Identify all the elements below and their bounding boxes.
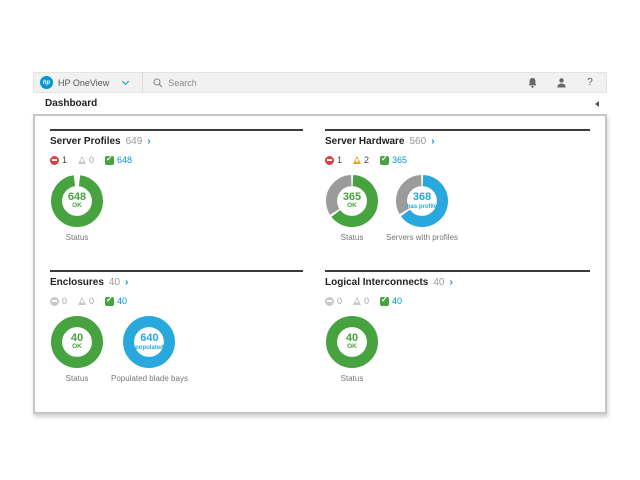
hp-logo-icon: hp (40, 76, 53, 89)
panel-enclosures: Enclosures 40 › 0 0 40 40 OK (50, 270, 303, 383)
panel-enclosures-link[interactable]: Enclosures 40 › (50, 277, 303, 288)
donut-sublabel: OK (347, 203, 357, 210)
panel-arrow-icon: › (431, 136, 434, 147)
panel-count: 40 (433, 277, 444, 288)
panel-title: Logical Interconnects (325, 277, 428, 288)
panel-logical-interconnects-link[interactable]: Logical Interconnects 40 › (325, 277, 590, 288)
critical-count: 0 (62, 296, 67, 306)
oneview-app: hp HP OneView ? (33, 72, 607, 414)
panel-count: 560 (410, 136, 427, 147)
donut-sublabel: populated (135, 345, 164, 351)
donut-label: Status (341, 374, 364, 383)
brand-label: HP OneView (58, 78, 109, 88)
panel-server-profiles-link[interactable]: Server Profiles 649 › (50, 136, 303, 147)
panel-server-hardware: Server Hardware 560 › 1 2 365 365 (325, 129, 590, 270)
donut-row: 365 OK Status 368 has profile (325, 174, 590, 242)
critical-status-icon (325, 297, 334, 306)
ok-count[interactable]: 40 (117, 296, 127, 306)
warning-status-icon (353, 156, 361, 164)
profiles-donut-chart[interactable]: 368 has profile Servers with profiles (386, 174, 458, 242)
top-bar: hp HP OneView ? (33, 72, 607, 93)
donut-row: 648 OK Status (50, 174, 303, 242)
critical-status-icon (50, 156, 59, 165)
ok-count[interactable]: 40 (392, 296, 402, 306)
page-header: Dashboard (33, 93, 607, 114)
donut-sublabel: OK (72, 203, 82, 210)
donut-sublabel: OK (72, 344, 82, 351)
warning-status-icon (78, 156, 86, 164)
page-title: Dashboard (45, 98, 97, 109)
donut-value: 640 (140, 333, 158, 345)
donut-label: Populated blade bays (111, 374, 188, 383)
panel-server-profiles: Server Profiles 649 › 1 0 648 648 (50, 129, 303, 270)
status-count-row: 1 0 648 (50, 155, 303, 165)
panel-title: Enclosures (50, 277, 104, 288)
panel-count: 40 (109, 277, 120, 288)
panel-arrow-icon: › (147, 136, 150, 147)
critical-count: 0 (337, 296, 342, 306)
topbar-actions: ? (526, 77, 606, 89)
ok-status-icon (380, 297, 389, 306)
critical-status-icon (50, 297, 59, 306)
blade-bays-donut-chart[interactable]: 640 populated Populated blade bays (111, 315, 188, 383)
critical-status-icon (325, 156, 334, 165)
ok-count[interactable]: 365 (392, 155, 407, 165)
panel-logical-interconnects: Logical Interconnects 40 › 0 0 40 40 (325, 270, 590, 383)
notifications-bell-icon[interactable] (526, 77, 538, 89)
warning-count: 0 (89, 296, 94, 306)
ok-count[interactable]: 648 (117, 155, 132, 165)
status-donut-chart[interactable]: 365 OK Status (325, 174, 379, 242)
donut-sublabel: OK (347, 344, 357, 351)
search-bar[interactable] (153, 78, 526, 88)
ok-status-icon (105, 156, 114, 165)
donut-sublabel: has profile (407, 204, 437, 210)
donut-value: 368 (413, 192, 431, 204)
status-donut-chart[interactable]: 40 OK Status (325, 315, 379, 383)
panel-arrow-icon: › (125, 277, 128, 288)
status-count-row: 1 2 365 (325, 155, 590, 165)
donut-label: Servers with profiles (386, 233, 458, 242)
warning-status-icon (353, 297, 361, 305)
chevron-down-icon[interactable] (122, 77, 129, 84)
panel-grid: Server Profiles 649 › 1 0 648 648 (50, 129, 590, 383)
warning-status-icon (78, 297, 86, 305)
help-icon[interactable]: ? (584, 77, 596, 89)
search-input[interactable] (168, 78, 368, 88)
warning-count: 2 (364, 155, 369, 165)
panel-count: 649 (126, 136, 143, 147)
donut-label: Status (66, 233, 89, 242)
donut-row: 40 OK Status 640 populated (50, 315, 303, 383)
panel-arrow-icon: › (449, 277, 452, 288)
panel-title: Server Hardware (325, 136, 405, 147)
dashboard-content: Server Profiles 649 › 1 0 648 648 (33, 114, 607, 414)
status-count-row: 0 0 40 (50, 296, 303, 306)
status-count-row: 0 0 40 (325, 296, 590, 306)
warning-count: 0 (364, 296, 369, 306)
user-account-icon[interactable] (555, 77, 567, 89)
critical-count: 1 (62, 155, 67, 165)
ok-status-icon (105, 297, 114, 306)
donut-label: Status (341, 233, 364, 242)
critical-count: 1 (337, 155, 342, 165)
donut-row: 40 OK Status (325, 315, 590, 383)
topbar-divider (142, 72, 143, 93)
ok-status-icon (380, 156, 389, 165)
panel-server-hardware-link[interactable]: Server Hardware 560 › (325, 136, 590, 147)
search-icon (153, 78, 163, 88)
collapse-panel-arrow-icon[interactable] (595, 101, 599, 107)
status-donut-chart[interactable]: 648 OK Status (50, 174, 104, 242)
donut-label: Status (66, 374, 89, 383)
panel-title: Server Profiles (50, 136, 121, 147)
status-donut-chart[interactable]: 40 OK Status (50, 315, 104, 383)
warning-count: 0 (89, 155, 94, 165)
